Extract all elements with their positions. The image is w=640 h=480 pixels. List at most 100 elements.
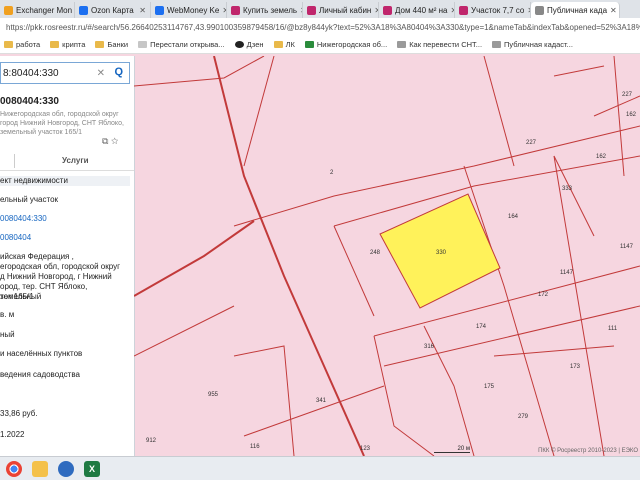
search-icon[interactable]: Q xyxy=(114,66,123,78)
object-number: 0080404:330 xyxy=(0,96,59,107)
search-box[interactable]: 8:80404:330 ✕ Q xyxy=(0,62,130,84)
tab-favicon xyxy=(383,5,392,15)
tab-services[interactable]: Услуги xyxy=(62,156,89,165)
browser-tab-bar: Exchanger Mon✕ Ozon Карта✕ WebMoney Ke✕ … xyxy=(0,0,640,18)
field-category: и населённых пунктов xyxy=(0,349,83,358)
panel-tabs: Услуги xyxy=(0,152,134,171)
close-icon[interactable]: ✕ xyxy=(610,6,617,15)
tab-webmoney[interactable]: WebMoney Ke✕ xyxy=(151,2,227,18)
parcel-label: 227 xyxy=(622,92,633,98)
bookmark-label: Перестали открыва... xyxy=(150,40,225,49)
tab-label: Exchanger Mon xyxy=(16,5,73,15)
tab-exchanger[interactable]: Exchanger Mon✕ xyxy=(0,2,75,18)
parcel-label: 316 xyxy=(424,344,435,350)
url-text[interactable]: https://pkk.rosreestr.ru/#/search/56.266… xyxy=(6,23,640,32)
parcel-label: 248 xyxy=(370,250,381,256)
object-address: Нижегородская обл, городской округ город… xyxy=(0,111,124,136)
star-icon[interactable]: ☆ xyxy=(111,136,118,146)
parcel-label: 330 xyxy=(436,250,447,256)
field-date: 1.2022 xyxy=(0,430,25,439)
field-quarter[interactable]: 0080404 xyxy=(0,233,130,243)
file-explorer-icon[interactable] xyxy=(32,460,48,477)
parcel-label: 164 xyxy=(508,214,519,220)
parcel-label: 116 xyxy=(250,444,260,450)
bookmark-work[interactable]: работа xyxy=(4,40,40,49)
folder-icon xyxy=(50,41,60,48)
folder-icon xyxy=(273,41,283,48)
bookmark-nn[interactable]: Нижегородская об... xyxy=(304,40,388,49)
parcel-label: 227 xyxy=(526,140,537,146)
bookmark-label: Банки xyxy=(107,40,129,49)
parcel-label: 172 xyxy=(538,292,549,298)
field-kind: ельный участок xyxy=(0,195,59,204)
field-cadastral-number[interactable]: 0080404:330 xyxy=(0,214,130,224)
parcel-label: 1147 xyxy=(620,244,634,250)
tab-favicon xyxy=(231,5,240,15)
tab-label: Личный кабин xyxy=(319,5,372,15)
tab-label: Дом 440 м² на xyxy=(395,5,448,15)
tab-house[interactable]: Дом 440 м² на✕ xyxy=(379,2,455,18)
tab-ozon[interactable]: Ozon Карта ✕ xyxy=(75,2,151,18)
bookmark-snt[interactable]: Как перевести СНТ... xyxy=(397,40,482,49)
bookmark-label: Публичная кадаст... xyxy=(504,40,573,49)
tab-label: Ozon Карта xyxy=(91,5,134,15)
parcel-label: 123 xyxy=(360,446,371,452)
parcel-label: 341 xyxy=(316,398,327,404)
search-input[interactable]: 8:80404:330 xyxy=(3,68,59,79)
field-address-line-5: ток 165/1 xyxy=(0,292,34,301)
share-icon[interactable]: ⧉ xyxy=(102,136,108,146)
bookmark-label: работа xyxy=(16,40,41,49)
tab-favicon xyxy=(155,5,164,15)
network-icon[interactable] xyxy=(58,460,74,477)
taskbar: X xyxy=(0,456,640,480)
address-bar[interactable]: https://pkk.rosreestr.ru/#/search/56.266… xyxy=(0,18,640,37)
tab-divider xyxy=(14,154,15,168)
bookmark-crypto[interactable]: крипта xyxy=(50,40,85,49)
clear-icon[interactable]: ✕ xyxy=(97,68,105,79)
tab-label: Купить земель xyxy=(243,5,298,15)
field-address-line-1: ийская Федерация , xyxy=(0,252,74,261)
excel-icon[interactable]: X xyxy=(84,460,100,477)
parcel-label: 173 xyxy=(570,364,581,370)
tab-favicon xyxy=(79,5,88,15)
dzen-icon xyxy=(234,41,244,48)
parcel-label: 162 xyxy=(596,154,607,160)
bookmark-stopped[interactable]: Перестали открыва... xyxy=(138,40,225,49)
tab-label: Публичная када xyxy=(547,5,608,15)
bookmark-label: Нижегородская об... xyxy=(316,40,388,49)
parcel-label: 2 xyxy=(330,170,334,176)
bookmarks-bar: работа крипта Банки Перестали открыва...… xyxy=(0,36,640,54)
tab-cadastral-map[interactable]: Публичная када ✕ xyxy=(531,2,620,18)
chrome-icon[interactable] xyxy=(6,460,22,477)
parcel-label: 279 xyxy=(518,414,529,420)
cadastral-map[interactable]: 2 330 164 333 162 227 1147 248 172 174 3… xyxy=(134,56,640,456)
bookmark-banks[interactable]: Банки xyxy=(95,40,128,49)
bookmark-label: Как перевести СНТ... xyxy=(409,40,483,49)
map-canvas[interactable]: 2 330 164 333 162 227 1147 248 172 174 3… xyxy=(134,56,640,456)
tab-favicon xyxy=(4,5,13,15)
bookmark-dzen[interactable]: Дзен xyxy=(234,40,264,49)
map-copyright: ПКК © Росреестр 2010-2023 | ЕЭКО xyxy=(538,448,638,454)
tab-favicon xyxy=(535,5,544,15)
field-area: в. м xyxy=(0,310,15,319)
field-address-line-3: д Нижний Новгород, г Нижний xyxy=(0,272,112,281)
folder-icon xyxy=(95,41,105,48)
bookmark-pkk[interactable]: Публичная кадаст... xyxy=(492,40,573,49)
parcel-label: 162 xyxy=(626,112,637,118)
bookmark-label: Дзен xyxy=(246,40,264,49)
tab-favicon xyxy=(307,5,316,15)
parcel-label: 1147 xyxy=(560,270,574,276)
field-permitted-use: ведения садоводства xyxy=(0,370,80,379)
folder-icon xyxy=(4,41,13,48)
field-cadastral-value: 33,86 руб. xyxy=(0,409,38,418)
tab-label: Участок 7,7 со xyxy=(471,5,525,15)
tab-plot[interactable]: Участок 7,7 со✕ xyxy=(455,2,531,18)
tab-cabinet[interactable]: Личный кабин✕ xyxy=(303,2,379,18)
bookmark-lk[interactable]: ЛК xyxy=(273,40,295,49)
close-icon[interactable]: ✕ xyxy=(139,6,146,15)
page-icon xyxy=(397,41,407,48)
field-address-line-2: егородская обл, городской округ xyxy=(0,262,121,271)
field-object-type: ект недвижимости xyxy=(0,176,130,186)
tab-label: WebMoney Ke xyxy=(167,5,220,15)
tab-land-buy[interactable]: Купить земель✕ xyxy=(227,2,303,18)
